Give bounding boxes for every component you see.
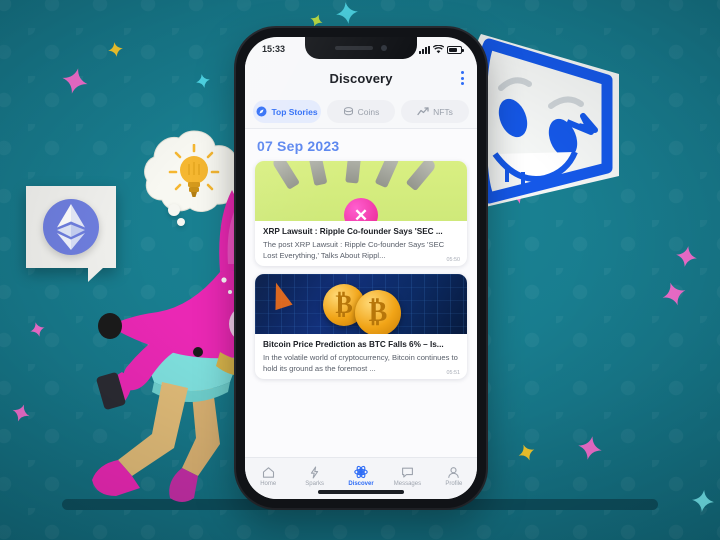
tab-label: Top Stories	[271, 106, 318, 117]
tab-label: Coins	[357, 106, 380, 117]
earpiece-speaker	[335, 46, 373, 50]
coin-stack-icon	[343, 107, 353, 116]
news-card[interactable]: ✕ XRP Lawsuit : Ripple Co-founder Says '…	[255, 161, 467, 267]
atom-icon	[354, 465, 368, 479]
compass-icon	[256, 106, 267, 117]
home-indicator	[318, 490, 404, 494]
news-card-body: XRP Lawsuit : Ripple Co-founder Says 'SE…	[255, 221, 467, 266]
nav-label: Messages	[393, 480, 422, 487]
feed-date-header: 07 Sep 2023	[257, 138, 340, 154]
nav-item-sparks[interactable]: Sparks	[291, 465, 337, 487]
tab-label: NFTs	[433, 106, 453, 117]
phone-notch	[305, 37, 417, 59]
phone-mockup: 15:33 Discovery Top Stories Coins NFTs 0…	[236, 28, 486, 508]
news-card-timestamp: 05:51	[446, 370, 461, 377]
trend-up-icon	[417, 107, 429, 116]
tab-bar: Top Stories Coins NFTs	[245, 95, 477, 129]
bolt-icon	[310, 465, 319, 479]
news-card[interactable]: ₿ ₿ Bitcoin Price Prediction as BTC Fall…	[255, 274, 467, 380]
nav-item-home[interactable]: Home	[245, 466, 291, 487]
nav-item-messages[interactable]: Messages	[384, 466, 430, 487]
nav-label: Profile	[445, 480, 463, 487]
front-camera	[381, 45, 387, 51]
news-card-body: Bitcoin Price Prediction as BTC Falls 6%…	[255, 334, 467, 379]
tab-top-stories[interactable]: Top Stories	[253, 100, 321, 123]
news-card-title: XRP Lawsuit : Ripple Co-founder Says 'SE…	[263, 227, 443, 236]
xrp-coin-icon: ✕	[344, 198, 378, 221]
signal-bars-icon	[419, 45, 430, 54]
news-card-description: The post XRP Lawsuit : Ripple Co-founder…	[263, 240, 445, 260]
news-card-image: ✕	[255, 161, 467, 221]
nav-label: Discover	[348, 481, 374, 487]
page-title: Discovery	[329, 70, 393, 86]
nav-label: Sparks	[305, 480, 324, 487]
status-time: 15:33	[262, 44, 286, 54]
kebab-menu-icon[interactable]	[461, 71, 464, 85]
discovery-feed[interactable]: 07 Sep 2023 ✕ XRP Lawsuit : Ripple Co-fo…	[245, 129, 477, 457]
battery-icon	[447, 45, 464, 54]
news-card-description: In the volatile world of cryptocurrency,…	[263, 353, 458, 373]
nav-item-profile[interactable]: Profile	[431, 466, 477, 487]
home-icon	[262, 466, 274, 478]
tab-nfts[interactable]: NFTs	[401, 100, 469, 123]
person-icon	[448, 466, 460, 478]
chat-icon	[401, 467, 413, 478]
news-card-image: ₿ ₿	[255, 274, 467, 335]
nav-item-discover[interactable]: Discover	[338, 465, 384, 487]
app-bar: Discovery	[245, 61, 477, 95]
nav-label: Home	[260, 480, 277, 487]
wifi-icon	[433, 44, 444, 53]
news-card-title: Bitcoin Price Prediction as BTC Falls 6%…	[263, 340, 444, 350]
tab-coins[interactable]: Coins	[327, 100, 395, 123]
phone-screen: 15:33 Discovery Top Stories Coins NFTs 0…	[245, 37, 477, 499]
status-icons	[419, 44, 464, 54]
news-card-timestamp: 05:50	[446, 257, 461, 264]
bitcoin-coin-icon: ₿	[355, 290, 401, 335]
